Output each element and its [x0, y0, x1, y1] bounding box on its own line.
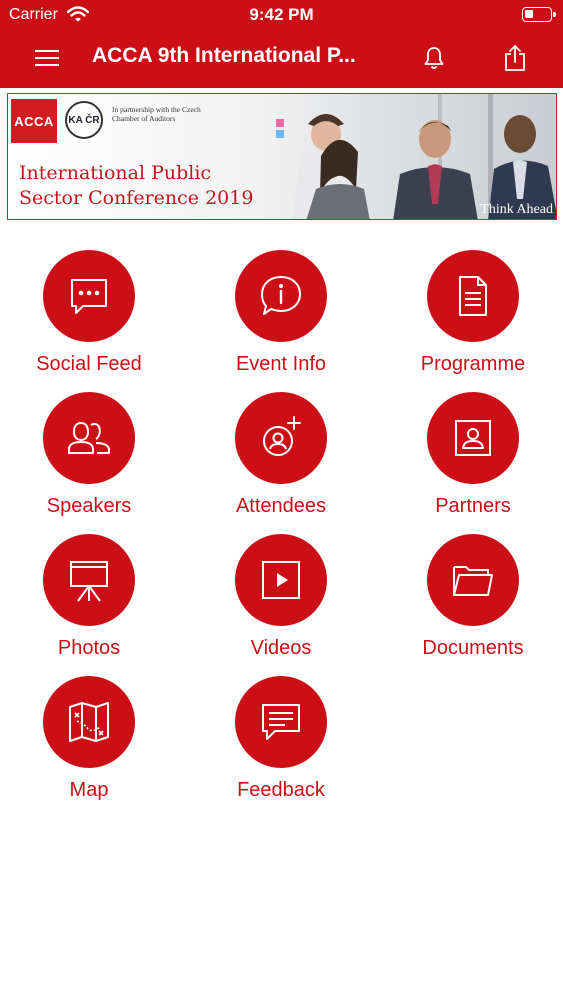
tile-label: Documents — [422, 637, 524, 659]
photos-button[interactable] — [43, 534, 135, 626]
contact-card-icon — [455, 420, 491, 456]
document-icon — [459, 276, 487, 316]
partners-button[interactable] — [427, 392, 519, 484]
conference-title: International Public Sector Conference 2… — [19, 161, 279, 211]
conference-banner[interactable]: ACCA KA ČR In partnership with the Czech… — [7, 93, 557, 220]
chamber-of-auditors-logo: KA ČR — [65, 101, 103, 139]
tile-label: Map — [69, 779, 109, 801]
people-icon — [68, 421, 110, 454]
tile-label: Event Info — [235, 353, 327, 375]
bell-icon[interactable] — [420, 44, 448, 72]
partnership-text: In partnership with the Czech Chamber of… — [112, 105, 201, 123]
header: Carrier 9:42 PM ACCA 9th International P… — [0, 0, 563, 88]
easel-icon — [70, 561, 108, 602]
tile-label: Social Feed — [36, 353, 142, 375]
clock: 9:42 PM — [249, 5, 314, 24]
tile-documents[interactable]: Documents — [393, 534, 553, 674]
tile-label: Photos — [57, 637, 121, 659]
feedback-icon — [262, 704, 300, 740]
folder-icon — [453, 566, 493, 596]
tile-label: Partners — [435, 495, 511, 517]
chat-bubble-icon — [71, 279, 107, 314]
page-title: ACCA 9th International P... — [92, 44, 356, 67]
tile-photos[interactable]: Photos — [9, 534, 169, 674]
tile-label: Feedback — [237, 779, 325, 801]
status-bar: Carrier 9:42 PM — [0, 0, 563, 30]
tile-videos[interactable]: Videos — [201, 534, 361, 674]
map-icon — [69, 702, 109, 742]
event-info-button[interactable] — [235, 250, 327, 342]
map-button[interactable] — [43, 676, 135, 768]
tile-attendees[interactable]: Attendees — [201, 392, 361, 532]
info-icon — [261, 276, 301, 315]
share-icon[interactable] — [501, 43, 529, 73]
tile-map[interactable]: Map — [9, 676, 169, 816]
menu-button[interactable] — [33, 44, 61, 72]
tile-programme[interactable]: Programme — [393, 250, 553, 390]
tile-label: Speakers — [46, 495, 132, 517]
tile-feedback[interactable]: Feedback — [201, 676, 361, 816]
acca-logo: ACCA — [11, 99, 57, 143]
add-person-icon — [263, 416, 301, 456]
social-feed-button[interactable] — [43, 250, 135, 342]
conference-title-line2: Sector Conference 2019 — [19, 187, 254, 209]
tile-event-info[interactable]: Event Info — [201, 250, 361, 390]
tile-label: Programme — [420, 353, 526, 375]
tile-partners[interactable]: Partners — [393, 392, 553, 532]
attendees-button[interactable] — [235, 392, 327, 484]
programme-button[interactable] — [427, 250, 519, 342]
tile-label: Attendees — [235, 495, 327, 517]
battery-icon — [522, 7, 556, 22]
feedback-button[interactable] — [235, 676, 327, 768]
videos-button[interactable] — [235, 534, 327, 626]
navbar: ACCA 9th International P... — [0, 30, 563, 88]
tagline: Think Ahead — [480, 202, 553, 217]
tile-label: Videos — [250, 637, 312, 659]
documents-button[interactable] — [427, 534, 519, 626]
tile-social-feed[interactable]: Social Feed — [9, 250, 169, 390]
speakers-button[interactable] — [43, 392, 135, 484]
play-icon — [262, 561, 300, 599]
tile-speakers[interactable]: Speakers — [9, 392, 169, 532]
conference-title-line1: International Public — [19, 162, 212, 184]
